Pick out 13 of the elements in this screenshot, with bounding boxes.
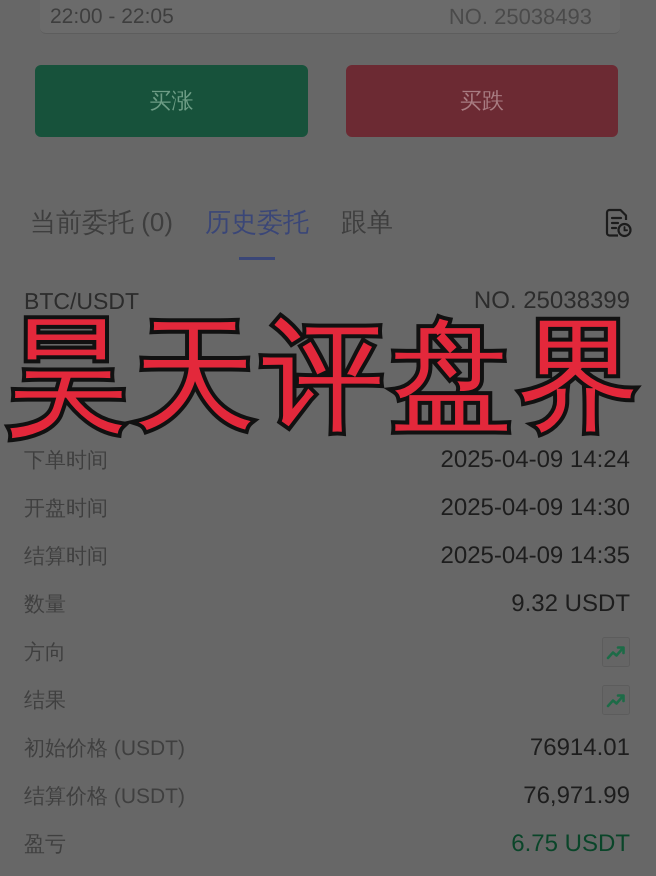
buy-down-button[interactable]: 买跌 bbox=[346, 65, 618, 137]
field-value: 2025-04-09 14:24 bbox=[440, 446, 630, 474]
overlay-caption: 昊天评盘界 bbox=[6, 314, 646, 436]
field-value: 76,971.99 bbox=[523, 782, 630, 810]
field-value: 9.32 USDT bbox=[511, 590, 630, 618]
trading-pair: BTC/USDT bbox=[24, 288, 139, 314]
field-value: 6.75 USDT bbox=[511, 830, 630, 858]
buy-up-button[interactable]: 买涨 bbox=[35, 65, 308, 137]
document-clock-icon[interactable] bbox=[604, 208, 632, 238]
order-number: NO. 25038399 bbox=[474, 287, 630, 315]
field-value: 76914.01 bbox=[530, 734, 630, 762]
field-value: 2025-04-09 14:35 bbox=[440, 542, 630, 570]
field-value: 2025-04-09 14:30 bbox=[440, 494, 630, 522]
